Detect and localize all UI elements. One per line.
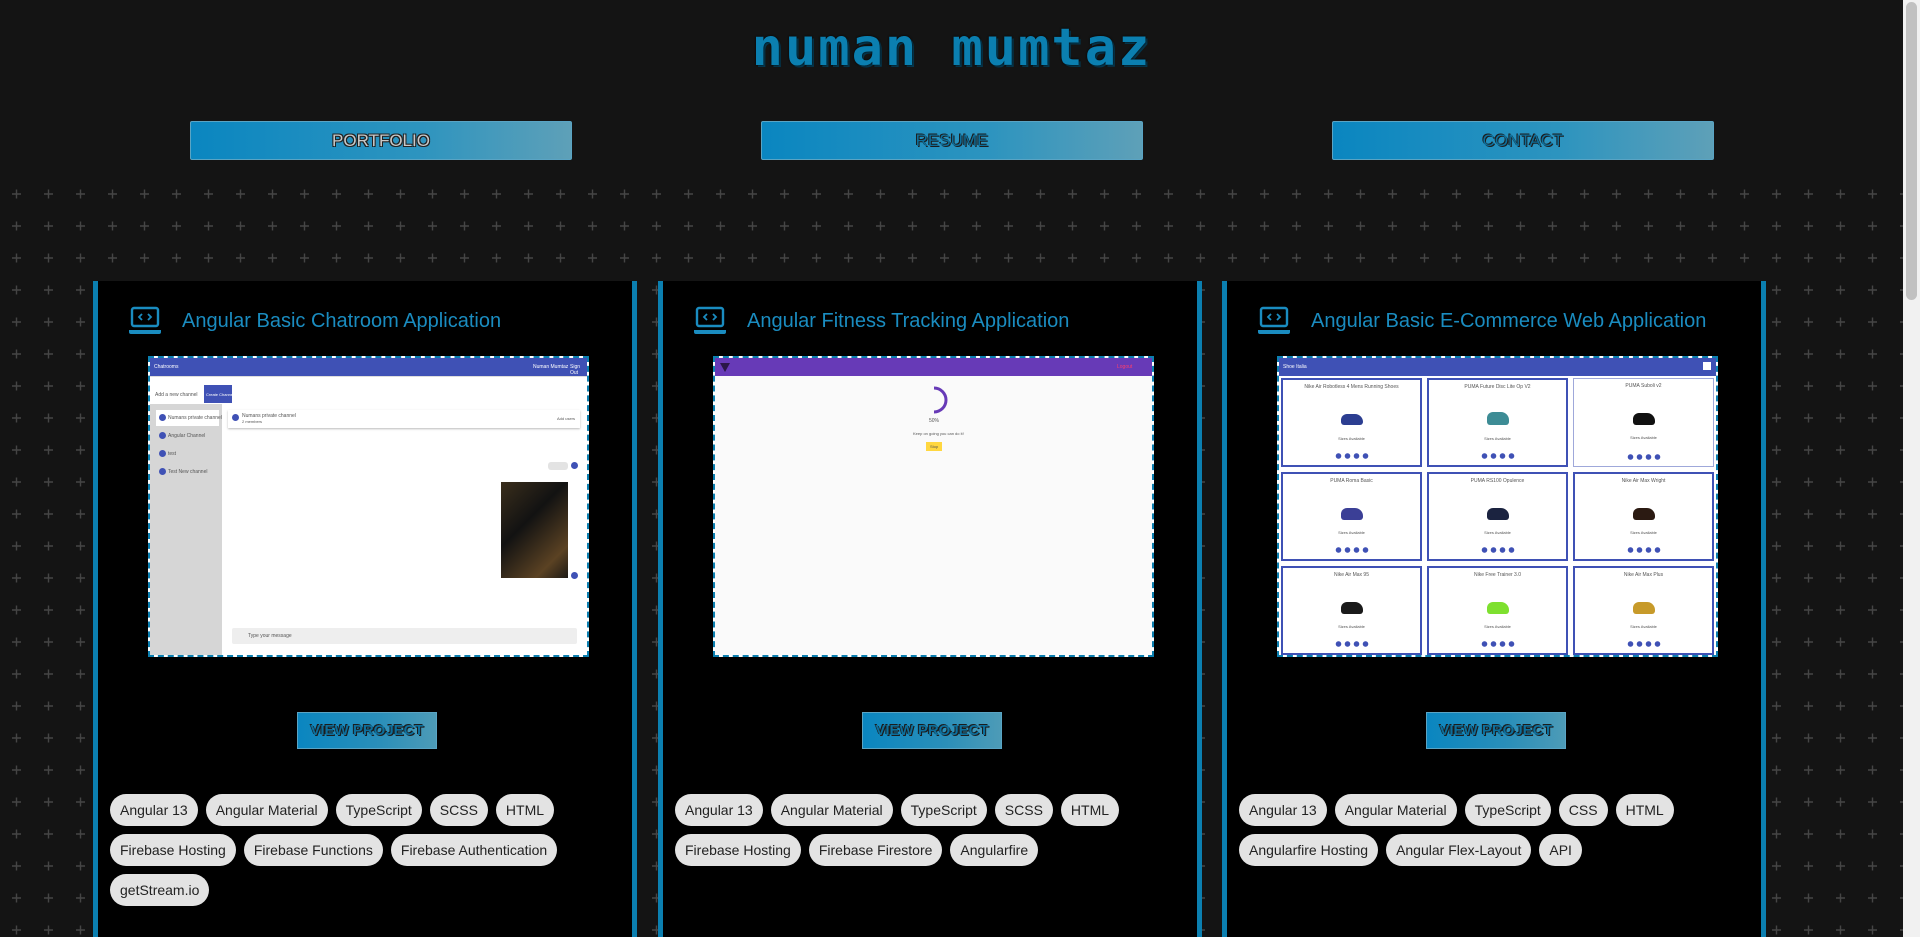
- tag[interactable]: Angular 13: [110, 794, 198, 826]
- preview-caption: Keep on going you can do it!: [913, 431, 964, 436]
- tech-tags: Angular 13 Angular Material TypeScript S…: [675, 794, 1195, 866]
- tag[interactable]: Angular Material: [205, 794, 328, 826]
- tag[interactable]: Angularfire: [950, 834, 1039, 866]
- nav-contact-button[interactable]: CONTACT: [1332, 121, 1714, 160]
- tag[interactable]: Angular Material: [1334, 794, 1457, 826]
- laptop-code-icon: [694, 306, 726, 334]
- preview-product-card: Nike Air Max Plus Sizes Available: [1573, 566, 1714, 655]
- card-header: Angular Basic E-Commerce Web Application: [1257, 303, 1706, 339]
- preview-product-card: PUMA RS100 Opulence Sizes Available: [1427, 472, 1568, 561]
- preview-product-card: Nike Air Max 95 Sizes Available: [1281, 566, 1422, 655]
- project-card-chatroom: Angular Basic Chatroom Application Chatr…: [93, 281, 637, 937]
- project-title[interactable]: Angular Basic E-Commerce Web Application: [1311, 310, 1706, 333]
- tag[interactable]: getStream.io: [110, 874, 210, 906]
- project-preview-image[interactable]: Logout 50% Keep on going you can do it! …: [713, 356, 1154, 657]
- tag[interactable]: Firebase Functions: [243, 834, 383, 866]
- site-title: numan mumtaz: [751, 18, 1152, 78]
- preview-app-name: Chatrooms: [154, 364, 179, 370]
- project-card-ecommerce: Angular Basic E-Commerce Web Application…: [1222, 281, 1766, 937]
- preview-store-name: Shoe Italia: [1283, 364, 1307, 370]
- tag[interactable]: Firebase Firestore: [808, 834, 943, 866]
- tag[interactable]: Firebase Hosting: [110, 834, 236, 866]
- tag[interactable]: HTML: [495, 794, 555, 826]
- preview-add-users: Add users: [557, 416, 576, 421]
- preview-sign-out: Sign Out: [570, 364, 581, 376]
- preview-product-card: Nike Air Robotless 4 Mens Running Shoes S…: [1281, 378, 1422, 467]
- project-title[interactable]: Angular Fitness Tracking Application: [747, 310, 1069, 333]
- preview-members: 2 members: [242, 419, 263, 424]
- tag[interactable]: Firebase Hosting: [675, 834, 801, 866]
- page-scrollbar[interactable]: [1903, 0, 1920, 937]
- preview-progress-spinner: [933, 386, 948, 414]
- view-project-button[interactable]: VIEW PROJECT: [862, 712, 1002, 749]
- tag[interactable]: TypeScript: [335, 794, 422, 826]
- tag[interactable]: CSS: [1558, 794, 1608, 826]
- tag[interactable]: SCSS: [429, 794, 488, 826]
- tag[interactable]: Angularfire Hosting: [1239, 834, 1379, 866]
- nav-resume-button[interactable]: RESUME: [761, 121, 1143, 160]
- tag[interactable]: TypeScript: [1464, 794, 1551, 826]
- tag[interactable]: Angular Material: [770, 794, 893, 826]
- project-card-fitness: Angular Fitness Tracking Application Log…: [658, 281, 1202, 937]
- project-preview-image[interactable]: Shoe Italia Nike Air Robotless 4 Mens Ru…: [1277, 356, 1718, 657]
- tag[interactable]: HTML: [1615, 794, 1674, 826]
- tag[interactable]: Firebase Authentication: [390, 834, 558, 866]
- preview-channel-2: Angular Channel: [168, 433, 206, 439]
- tech-tags: Angular 13 Angular Material TypeScript S…: [110, 794, 630, 906]
- preview-progress: 50%: [929, 418, 940, 424]
- preview-user: Numan Mumtaz: [533, 364, 569, 370]
- card-header: Angular Basic Chatroom Application: [128, 303, 501, 339]
- preview-search: Add a new channel: [155, 392, 198, 398]
- project-title[interactable]: Angular Basic Chatroom Application: [182, 310, 501, 333]
- preview-create-button: Create Channel: [206, 392, 235, 397]
- preview-stop-button: Stop: [930, 444, 939, 449]
- laptop-code-icon: [129, 306, 161, 334]
- tag[interactable]: SCSS: [994, 794, 1053, 826]
- projects-grid: Angular Basic Chatroom Application Chatr…: [93, 281, 1775, 937]
- nav-portfolio-button[interactable]: PORTFOLIO: [190, 121, 572, 160]
- preview-product-card: Nike Air Max Wright Sizes Available: [1573, 472, 1714, 561]
- tag[interactable]: Angular 13: [1239, 794, 1327, 826]
- tag[interactable]: TypeScript: [900, 794, 987, 826]
- scrollbar-thumb[interactable]: [1906, 2, 1917, 300]
- preview-product-card: PUMA Future Disc Lite Op V2 Sizes Availab…: [1427, 378, 1568, 467]
- preview-logo-icon: [720, 363, 730, 372]
- view-project-button[interactable]: VIEW PROJECT: [297, 712, 437, 749]
- preview-product-card: Nike Free Trainer 3.0 Sizes Available: [1427, 566, 1568, 655]
- tag[interactable]: HTML: [1060, 794, 1120, 826]
- card-header: Angular Fitness Tracking Application: [693, 303, 1069, 339]
- view-project-button[interactable]: VIEW PROJECT: [1426, 712, 1566, 749]
- tag[interactable]: API: [1539, 834, 1582, 866]
- preview-product-card: PUMA Roma Basic Sizes Available: [1281, 472, 1422, 561]
- preview-message-input: Type your message: [248, 633, 292, 639]
- preview-channel-4: Test New channel: [168, 469, 208, 475]
- project-preview-image[interactable]: Chatrooms Numan Mumtaz Sign Out Add a ne…: [148, 356, 589, 657]
- preview-logout: Logout: [1117, 364, 1133, 370]
- tech-tags: Angular 13 Angular Material TypeScript C…: [1239, 794, 1759, 866]
- tag[interactable]: Angular 13: [675, 794, 763, 826]
- preview-product-card: PUMA Suboli v2 Sizes Available: [1573, 378, 1714, 467]
- preview-channel-1: Numans private channel: [168, 415, 222, 421]
- preview-product-grid: Nike Air Robotless 4 Mens Running Shoes S…: [1281, 378, 1714, 655]
- preview-channel-3: test: [168, 451, 177, 457]
- page: numan mumtaz PORTFOLIO RESUME CONTACT An…: [0, 0, 1920, 937]
- laptop-code-icon: [1258, 306, 1290, 334]
- tag[interactable]: Angular Flex-Layout: [1386, 834, 1532, 866]
- site-header: numan mumtaz PORTFOLIO RESUME CONTACT: [0, 0, 1903, 178]
